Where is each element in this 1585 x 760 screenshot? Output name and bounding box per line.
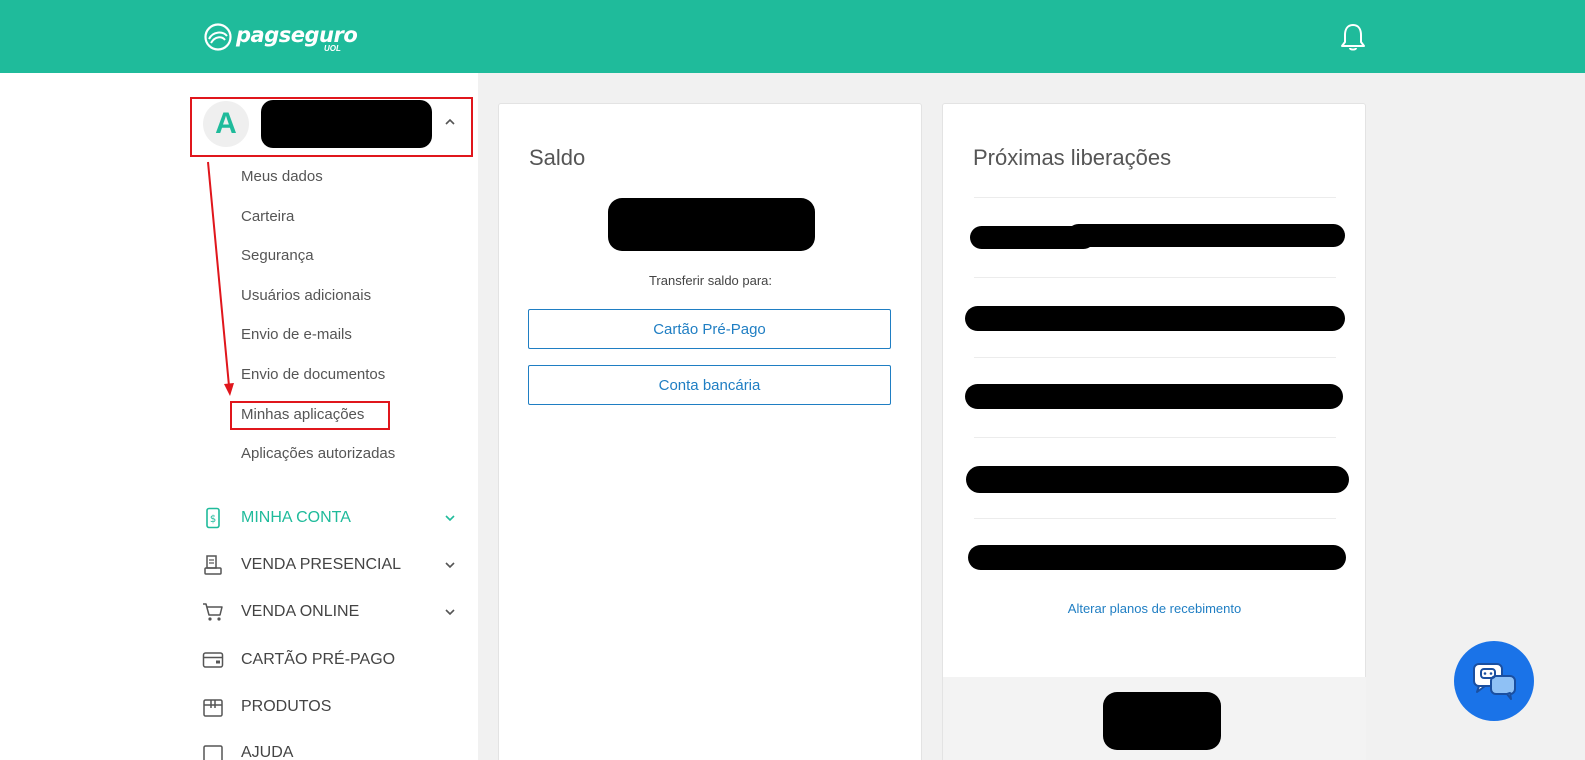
- footer-redacted: [1103, 692, 1221, 750]
- nav-label: AJUDA: [241, 744, 294, 760]
- phone-money-icon: $: [206, 507, 220, 529]
- nav-venda-online[interactable]: VENDA ONLINE: [202, 599, 462, 625]
- divider: [974, 518, 1336, 519]
- card-icon: [202, 652, 224, 668]
- divider: [974, 277, 1336, 278]
- logo-mark-icon: [204, 23, 232, 51]
- nav-ajuda[interactable]: AJUDA: [202, 740, 462, 760]
- cart-icon: [203, 603, 223, 621]
- liberacao-row-redacted: [965, 306, 1345, 331]
- chat-button[interactable]: [1454, 641, 1534, 721]
- nav-cartao-pre-pago[interactable]: CARTÃO PRÉ-PAGO: [202, 647, 462, 673]
- nav-minha-conta[interactable]: $ MINHA CONTA: [202, 505, 462, 531]
- nav-label: CARTÃO PRÉ-PAGO: [241, 651, 396, 668]
- menu-item-meus-dados[interactable]: Meus dados: [241, 168, 323, 185]
- menu-item-carteira[interactable]: Carteira: [241, 208, 294, 225]
- svg-text:$: $: [210, 514, 216, 525]
- menu-item-aplicacoes-autorizadas[interactable]: Aplicações autorizadas: [241, 445, 395, 462]
- transfer-label: Transferir saldo para:: [648, 273, 773, 288]
- pagseguro-logo[interactable]: pagseguro UOL: [203, 22, 358, 53]
- logo-subtext: UOL: [324, 44, 341, 53]
- menu-item-envio-documentos[interactable]: Envio de documentos: [241, 366, 385, 383]
- nav-label: MINHA CONTA: [241, 509, 351, 526]
- nav-venda-presencial[interactable]: VENDA PRESENCIAL: [202, 552, 462, 578]
- bell-icon[interactable]: [1339, 22, 1367, 52]
- menu-item-usuarios-adicionais[interactable]: Usuários adicionais: [241, 287, 371, 304]
- saldo-card: Saldo Transferir saldo para: Cartão Pré-…: [498, 103, 922, 760]
- cartao-pre-pago-button[interactable]: Cartão Pré-Pago: [528, 309, 891, 349]
- liberacoes-title: Próximas liberações: [973, 145, 1172, 170]
- divider: [974, 357, 1336, 358]
- divider: [974, 197, 1336, 198]
- conta-bancaria-button[interactable]: Conta bancária: [528, 365, 891, 405]
- liberacao-row-redacted: [1067, 224, 1345, 247]
- highlight-box-minhas-aplicacoes: [230, 401, 390, 430]
- divider: [974, 437, 1336, 438]
- nav-label: VENDA ONLINE: [241, 603, 360, 620]
- liberacao-row-redacted: [968, 545, 1346, 570]
- chevron-down-icon: [445, 562, 455, 569]
- highlight-box-profile: [190, 97, 473, 157]
- alterar-planos-link[interactable]: Alterar planos de recebimento: [943, 601, 1366, 616]
- receipt-machine-icon: [204, 555, 222, 575]
- chat-bubbles-icon: [1473, 663, 1516, 700]
- nav-produtos[interactable]: PRODUTOS: [202, 694, 462, 720]
- card-footer: [943, 677, 1366, 760]
- chevron-down-icon: [445, 609, 455, 616]
- box-icon: [203, 699, 223, 717]
- nav-label: VENDA PRESENCIAL: [241, 556, 402, 573]
- liberacao-row-redacted: [965, 384, 1343, 409]
- proximas-liberacoes-card: Próximas liberações Alterar planos de re…: [942, 103, 1366, 760]
- nav-label: PRODUTOS: [241, 698, 332, 715]
- saldo-value-redacted: [608, 198, 815, 251]
- saldo-title: Saldo: [529, 145, 586, 170]
- chevron-down-icon: [445, 515, 455, 522]
- help-icon: [203, 745, 223, 760]
- menu-item-envio-emails[interactable]: Envio de e-mails: [241, 326, 352, 343]
- liberacao-row-redacted: [966, 466, 1349, 493]
- menu-item-seguranca[interactable]: Segurança: [241, 247, 314, 264]
